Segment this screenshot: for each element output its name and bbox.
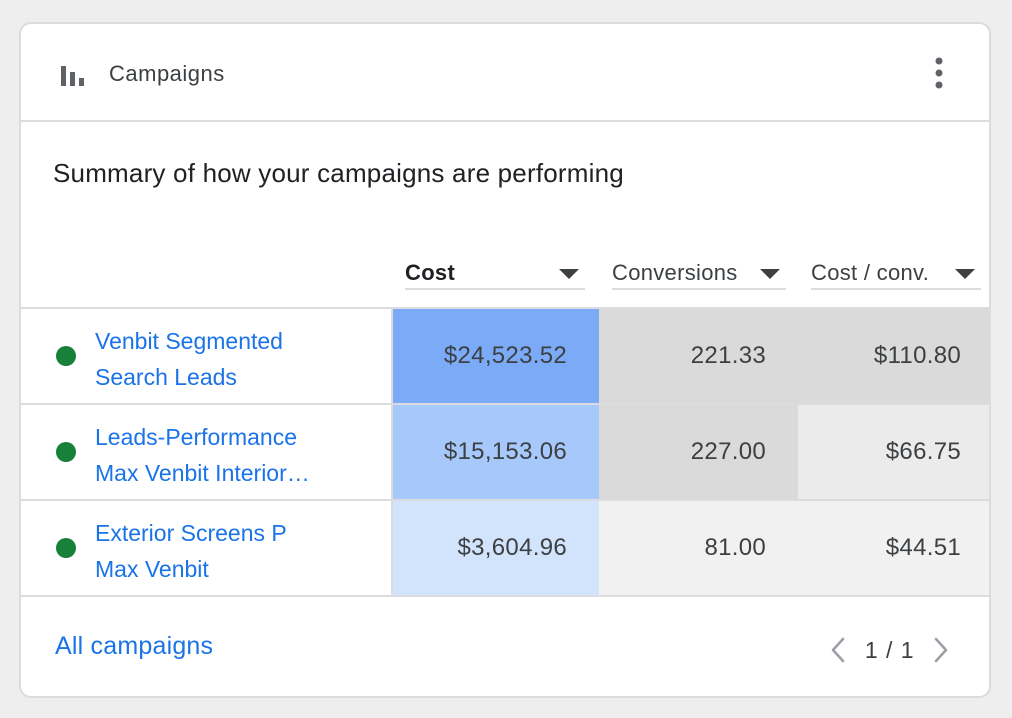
campaign-name-line1: Venbit Segmented	[95, 328, 283, 354]
chevron-right-icon[interactable]	[929, 634, 953, 666]
cost-cell: $24,523.52	[393, 309, 599, 403]
card-subtitle: Summary of how your campaigns are perfor…	[53, 158, 624, 188]
campaign-link[interactable]: Leads-Performance Max Venbit Interior…	[95, 419, 345, 491]
status-enabled-icon	[56, 346, 76, 366]
table-row: Exterior Screens P Max Venbit $3,604.96 …	[21, 501, 989, 597]
cost-per-conv-cell: $44.51	[798, 501, 989, 595]
column-header-label: Cost / conv.	[811, 260, 930, 285]
card-title: Campaigns	[109, 61, 225, 86]
campaign-name-line2: Max Venbit	[95, 556, 209, 582]
conversions-cell: 81.00	[599, 501, 798, 595]
column-header-label: Conversions	[612, 260, 738, 285]
campaign-name-line2: Max Venbit Interior…	[95, 460, 310, 486]
campaign-name-line2: Search Leads	[95, 364, 237, 390]
all-campaigns-link[interactable]: All campaigns	[55, 632, 213, 661]
page-indicator: 1 / 1	[864, 636, 915, 663]
card-footer: All campaigns 1 / 1	[21, 598, 989, 696]
cost-per-conv-cell: $66.75	[798, 405, 989, 499]
cost-per-conv-cell: $110.80	[798, 309, 989, 403]
campaign-link[interactable]: Venbit Segmented Search Leads	[95, 323, 345, 395]
status-enabled-icon	[56, 538, 76, 558]
campaign-link[interactable]: Exterior Screens P Max Venbit	[95, 515, 345, 587]
dropdown-arrow-icon	[760, 269, 780, 279]
column-header-cost-per-conv[interactable]: Cost / conv.	[811, 258, 981, 290]
campaign-name-line1: Exterior Screens P	[95, 520, 287, 546]
conversions-cell: 227.00	[599, 405, 798, 499]
sort-arrow-icon	[559, 269, 579, 279]
cost-cell: $3,604.96	[393, 501, 599, 595]
cost-cell: $15,153.06	[393, 405, 599, 499]
bar-chart-icon	[61, 66, 84, 86]
table-row: Leads-Performance Max Venbit Interior… $…	[21, 405, 989, 501]
status-enabled-icon	[56, 442, 76, 462]
campaign-name-line1: Leads-Performance	[95, 424, 297, 450]
campaigns-card: Campaigns Summary of how your campaigns …	[19, 22, 991, 698]
column-header-label: Cost	[405, 260, 456, 285]
dropdown-arrow-icon	[955, 269, 975, 279]
pagination: 1 / 1	[826, 634, 953, 666]
column-header-conversions[interactable]: Conversions	[612, 258, 786, 290]
column-header-cost[interactable]: Cost	[405, 258, 585, 290]
table-row: Venbit Segmented Search Leads $24,523.52…	[21, 309, 989, 405]
more-vert-icon[interactable]	[927, 54, 951, 92]
card-header: Campaigns	[21, 24, 989, 122]
chevron-left-icon[interactable]	[826, 634, 850, 666]
conversions-cell: 221.33	[599, 309, 798, 403]
